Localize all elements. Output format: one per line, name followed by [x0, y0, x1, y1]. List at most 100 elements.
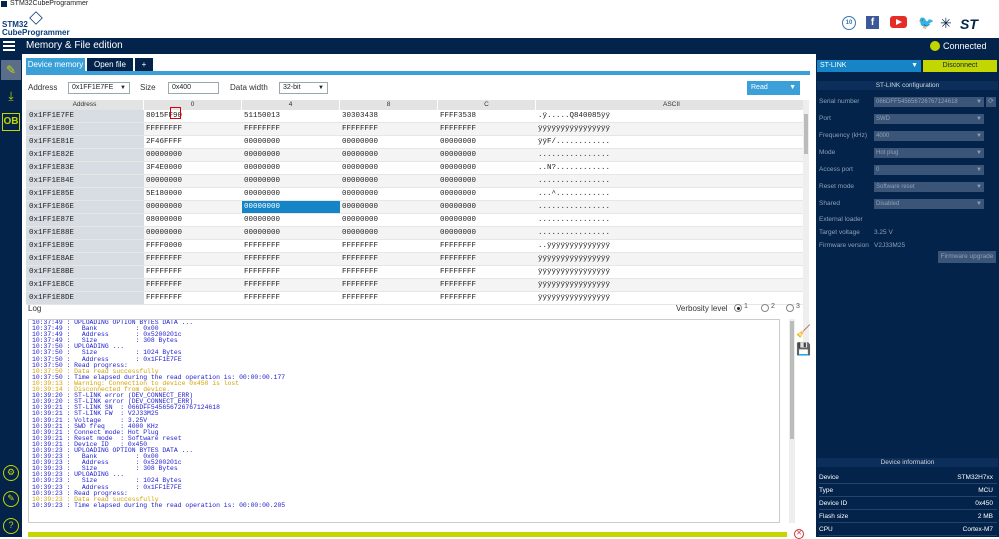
tab-device-memory[interactable]: Device memory — [26, 58, 85, 72]
row-cell[interactable]: 00000000 — [438, 149, 536, 161]
row-ascii[interactable]: ................ — [536, 201, 808, 213]
row-cell[interactable]: 00000000 — [144, 201, 242, 213]
memory-edit-icon[interactable]: ✎ — [1, 60, 21, 80]
row-cell[interactable]: FFFFFFFF — [438, 240, 536, 252]
menu-icon[interactable] — [3, 41, 15, 51]
clear-log-icon[interactable]: 🧹 — [796, 324, 811, 338]
row-cell[interactable]: 00000000 — [144, 175, 242, 187]
row-cell[interactable]: 00000000 — [242, 136, 340, 148]
row-ascii[interactable]: ÿÿÿÿÿÿÿÿÿÿÿÿÿÿÿÿ — [536, 279, 808, 291]
youtube-icon[interactable] — [890, 16, 907, 28]
row-cell[interactable]: 08000000 — [144, 214, 242, 226]
row-ascii[interactable]: ÿÿF/............ — [536, 136, 808, 148]
help-icon[interactable]: ? — [3, 518, 19, 534]
row-cell[interactable]: FFFF3538 — [438, 110, 536, 122]
row-cell[interactable]: FFFF0000 — [144, 240, 242, 252]
row-cell[interactable]: 00000000 — [340, 162, 438, 174]
row-ascii[interactable]: ................ — [536, 214, 808, 226]
row-cell[interactable]: 00000000 — [438, 136, 536, 148]
row-cell[interactable]: 00000000 — [242, 162, 340, 174]
twitter-icon[interactable]: 🐦 — [918, 16, 934, 32]
firmware-upgrade-button[interactable]: Firmware upgrade — [938, 251, 996, 263]
row-cell[interactable]: FFFFFFFF — [438, 123, 536, 135]
verbosity-radio-3[interactable] — [786, 304, 794, 312]
row-cell[interactable]: FFFFFFFF — [144, 123, 242, 135]
row-cell[interactable]: FFFFFFFF — [242, 240, 340, 252]
interface-select[interactable]: ST-LINK ▼ — [817, 60, 921, 72]
row-cell[interactable]: 3F4E0000 — [144, 162, 242, 174]
data-width-select[interactable]: 32-bit ▼ — [279, 82, 328, 94]
row-ascii[interactable]: ...^............ — [536, 188, 808, 200]
log-scrollbar[interactable] — [789, 319, 795, 523]
row-cell[interactable]: 00000000 — [340, 201, 438, 213]
row-cell[interactable]: FFFFFFFF — [144, 279, 242, 291]
table-row[interactable]: 0x1FF1E81E 2F46FFFF 00000000 00000000 000000… — [26, 136, 808, 149]
facebook-icon[interactable]: f — [866, 16, 879, 29]
row-cell[interactable]: 00000000 — [242, 201, 340, 213]
network-icon[interactable]: ✳ — [940, 16, 952, 32]
read-button[interactable]: Read ▼ — [747, 81, 800, 95]
table-row[interactable]: 0x1FF1E85E 5E180000 00000000 00000000 000000… — [26, 188, 808, 201]
disconnect-button[interactable]: Disconnect — [923, 60, 997, 72]
row-cell[interactable]: 00000000 — [438, 162, 536, 174]
option-bytes-icon[interactable]: OB — [2, 113, 20, 131]
save-log-icon[interactable]: 💾 — [796, 342, 811, 356]
row-cell[interactable]: 51150013 — [242, 110, 340, 122]
row-ascii[interactable]: ÿÿÿÿÿÿÿÿÿÿÿÿÿÿÿÿ — [536, 266, 808, 278]
row-ascii[interactable]: ..N?............ — [536, 162, 808, 174]
row-cell[interactable]: 00000000 — [340, 149, 438, 161]
verbosity-radio-2[interactable] — [761, 304, 769, 312]
table-row[interactable]: 0x1FF1E86E 00000000 00000000 00000000 000000… — [26, 201, 808, 214]
row-cell[interactable]: 00000000 — [340, 214, 438, 226]
row-cell[interactable]: FFFFFFFF — [242, 266, 340, 278]
row-cell[interactable]: FFFFFFFF — [438, 253, 536, 265]
row-cell[interactable]: 00000000 — [438, 175, 536, 187]
download-icon[interactable]: ⤓ — [1, 86, 21, 106]
table-row[interactable]: 0x1FF1E83E 3F4E0000 00000000 00000000 000000… — [26, 162, 808, 175]
row-cell[interactable]: FFFFFFFF — [242, 123, 340, 135]
swv-icon[interactable]: ⚙ — [3, 465, 19, 481]
row-cell[interactable]: 30303438 — [340, 110, 438, 122]
row-cell[interactable]: FFFFFFFF — [242, 253, 340, 265]
row-cell[interactable]: FFFFFFFF — [242, 279, 340, 291]
row-cell[interactable]: 00000000 — [242, 227, 340, 239]
address-input[interactable]: 0x1FF1E7FE ▼ — [68, 82, 130, 94]
table-row[interactable]: 0x1FF1E82E 00000000 00000000 00000000 000000… — [26, 149, 808, 162]
verbosity-radio-1[interactable] — [734, 304, 742, 312]
row-ascii[interactable]: ................ — [536, 149, 808, 161]
row-cell[interactable]: FFFFFFFF — [438, 279, 536, 291]
row-cell[interactable]: 00000000 — [340, 188, 438, 200]
table-row[interactable]: 0x1FF1E87E 08000000 00000000 00000000 000000… — [26, 214, 808, 227]
row-cell[interactable]: 00000000 — [242, 188, 340, 200]
table-row[interactable]: 0x1FF1E80E FFFFFFFF FFFFFFFF FFFFFFFF FFFFFF… — [26, 123, 808, 136]
st-logo-icon[interactable]: ST — [960, 16, 986, 32]
row-cell[interactable]: 00000000 — [340, 136, 438, 148]
row-cell[interactable]: FFFFFFFF — [340, 279, 438, 291]
row-cell[interactable]: FFFFFFFF — [144, 266, 242, 278]
row-cell[interactable]: FFFFFFFF — [340, 240, 438, 252]
row-cell[interactable]: FFFFFFFF — [340, 253, 438, 265]
row-cell[interactable]: 00000000 — [340, 175, 438, 187]
row-cell[interactable]: 00000000 — [144, 149, 242, 161]
row-ascii[interactable]: ................ — [536, 175, 808, 187]
log-output[interactable]: 10:37:49 : UPLOADING OPTION BYTES DATA .… — [28, 319, 780, 523]
table-row[interactable]: 0x1FF1E88E 00000000 00000000 00000000 000000… — [26, 227, 808, 240]
row-cell[interactable]: 00000000 — [242, 214, 340, 226]
row-cell[interactable]: 00000000 — [438, 201, 536, 213]
table-row[interactable]: 0x1FF1E8CE FFFFFFFF FFFFFFFF FFFFFFFF FFFFFF… — [26, 279, 808, 292]
size-input[interactable]: 0x400 — [168, 82, 219, 94]
table-row[interactable]: 0x1FF1E8BE FFFFFFFF FFFFFFFF FFFFFFFF FFFFFF… — [26, 266, 808, 279]
row-cell[interactable]: 2F46FFFF — [144, 136, 242, 148]
table-row[interactable]: 0x1FF1E8AE FFFFFFFF FFFFFFFF FFFFFFFF FFFFFF… — [26, 253, 808, 266]
row-cell[interactable]: 00000000 — [438, 214, 536, 226]
row-ascii[interactable]: .ÿ.....Q840085ÿÿ — [536, 110, 808, 122]
row-cell[interactable]: FFFFFFFF — [340, 123, 438, 135]
close-icon[interactable]: ✕ — [794, 529, 804, 539]
row-ascii[interactable]: ..ÿÿÿÿÿÿÿÿÿÿÿÿÿÿ — [536, 240, 808, 252]
table-row[interactable]: 0x1FF1E7FE 8015FF90 51150013 30303438 FFFF35… — [26, 110, 808, 123]
row-cell[interactable]: 00000000 — [340, 227, 438, 239]
row-ascii[interactable]: ÿÿÿÿÿÿÿÿÿÿÿÿÿÿÿÿ — [536, 253, 808, 265]
row-cell[interactable]: FFFFFFFF — [438, 266, 536, 278]
tab-add[interactable]: + — [135, 58, 153, 72]
refresh-icon[interactable]: ⟳ — [986, 97, 996, 107]
